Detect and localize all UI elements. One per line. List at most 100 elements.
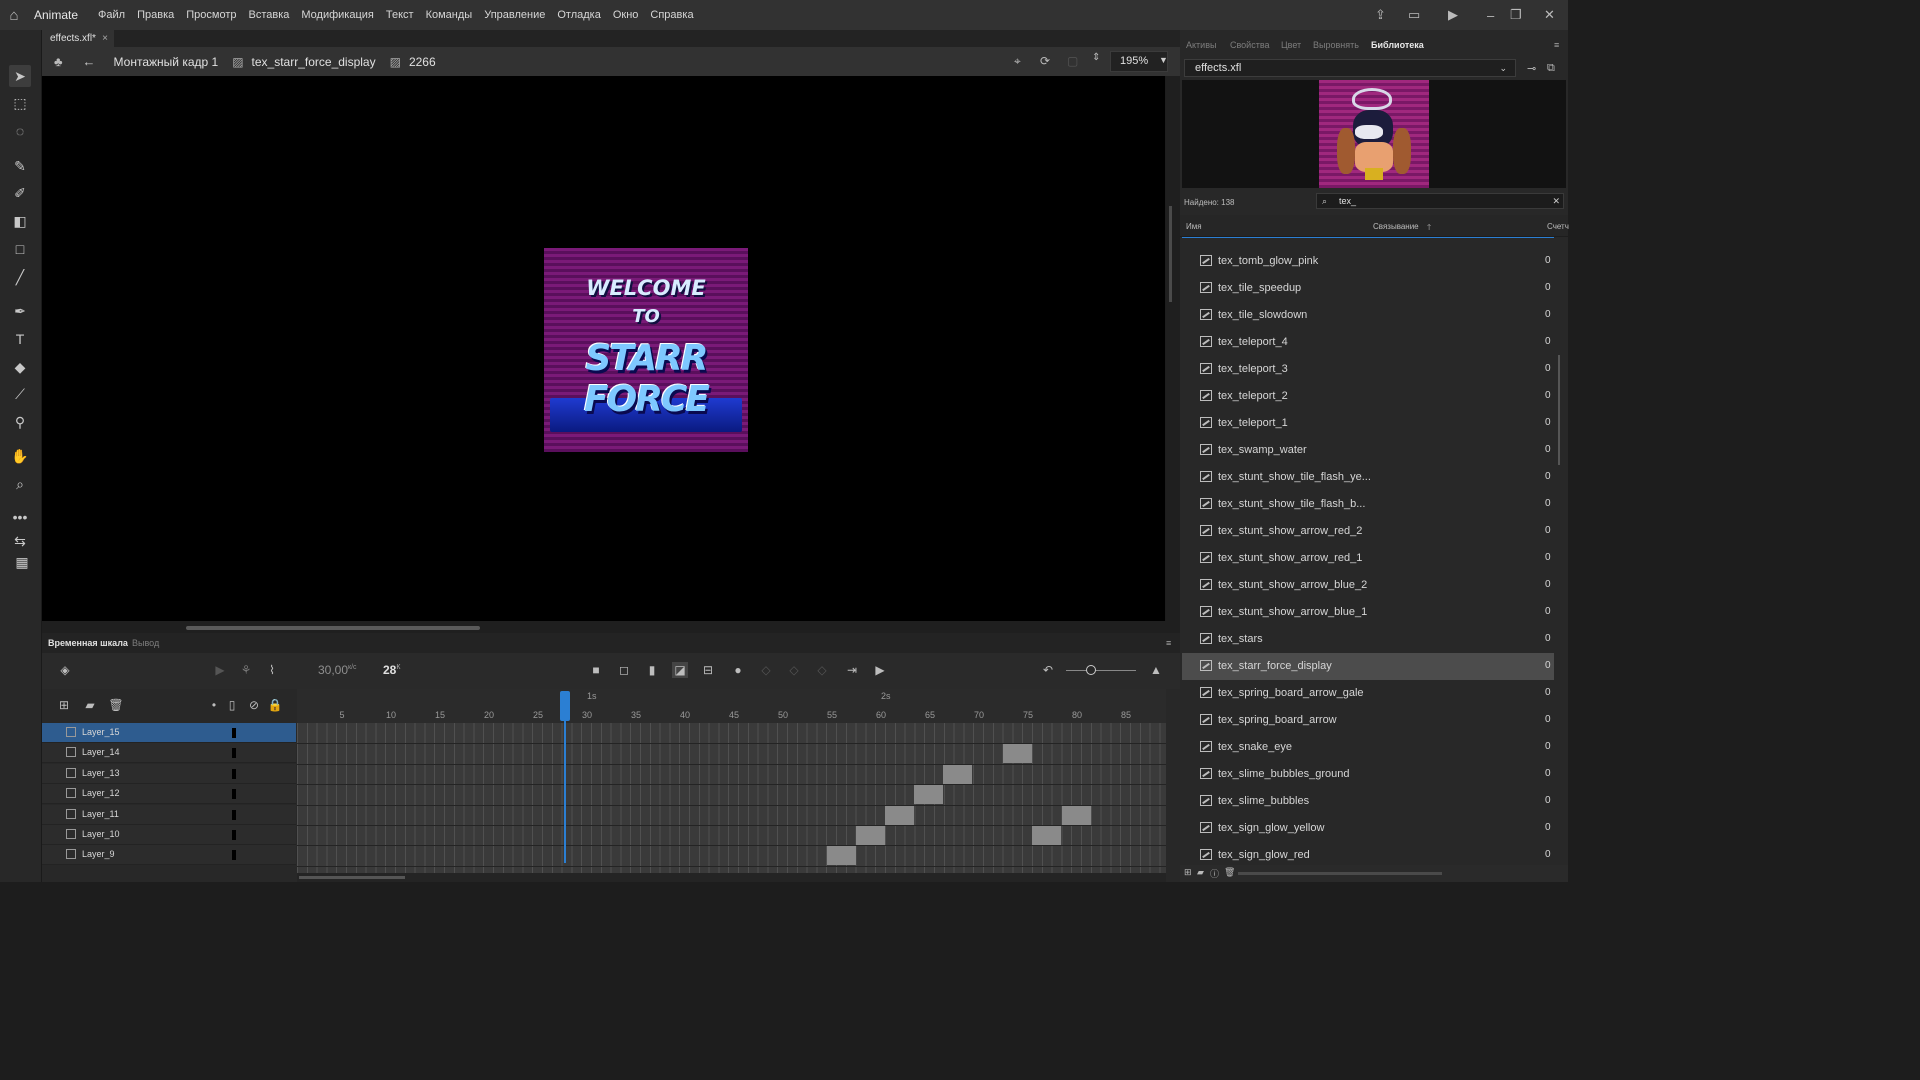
tab-color[interactable]: Цвет xyxy=(1281,40,1301,50)
close-window-icon[interactable]: ✕ xyxy=(1544,0,1555,30)
starr-force-artwork[interactable]: WELCOME TO STARR FORCE xyxy=(544,248,748,452)
delete-item-icon[interactable]: 🗑 xyxy=(1224,867,1235,878)
chevron-down-icon[interactable]: ⌄ xyxy=(1499,60,1507,76)
panel-menu-icon[interactable]: ≡ xyxy=(1554,40,1559,50)
tab-library[interactable]: Библиотека xyxy=(1371,40,1424,50)
layer-row[interactable]: Layer_10 xyxy=(42,825,296,845)
new-symbol-icon[interactable]: ⊞ xyxy=(1184,867,1192,878)
paint-bucket-tool-icon[interactable]: ◆ xyxy=(9,356,31,378)
test-movie-icon[interactable]: ▶ xyxy=(1448,0,1458,30)
new-folder-icon[interactable]: ▰ xyxy=(82,697,98,713)
restore-icon[interactable]: ❐ xyxy=(1510,0,1522,30)
layer-row[interactable]: Layer_11 xyxy=(42,804,296,825)
panel-menu-icon[interactable]: ≡ xyxy=(1166,633,1171,653)
library-item[interactable]: tex_stunt_show_arrow_red_2 0 xyxy=(1182,518,1554,545)
scene-icon[interactable]: ♣ xyxy=(54,54,63,69)
menu-text[interactable]: Текст xyxy=(386,9,414,21)
text-tool-icon[interactable]: T xyxy=(9,328,31,350)
menu-edit[interactable]: Правка xyxy=(137,9,174,21)
library-item[interactable]: tex_sign_glow_yellow 0 xyxy=(1182,815,1554,842)
layer-row[interactable]: Layer_9 xyxy=(42,845,296,866)
column-name[interactable]: Имя xyxy=(1186,222,1202,231)
loop-icon[interactable]: ⇥ xyxy=(844,662,860,678)
camera-icon[interactable]: ▶ xyxy=(212,662,228,678)
color-grid-icon[interactable]: ▦ xyxy=(9,550,35,574)
insert-frame-icon[interactable]: ▮ xyxy=(644,662,660,678)
column-count[interactable]: Счетч xyxy=(1547,222,1569,231)
library-item[interactable]: tex_tile_speedup 0 xyxy=(1182,275,1554,302)
menu-debug[interactable]: Отладка xyxy=(557,9,600,21)
close-tab-icon[interactable]: × xyxy=(102,30,108,47)
menu-window[interactable]: Окно xyxy=(613,9,639,21)
layer-row[interactable]: Layer_14 xyxy=(42,743,296,764)
more-tools-icon[interactable]: ••• xyxy=(9,506,31,528)
library-item[interactable]: tex_stunt_show_arrow_blue_1 0 xyxy=(1182,599,1554,626)
hand-tool-icon[interactable]: ✋ xyxy=(9,445,31,467)
new-library-panel-icon[interactable]: ⧉ xyxy=(1547,62,1555,75)
workspace-icon[interactable]: ▭ xyxy=(1408,0,1420,30)
swap-colors-icon[interactable]: ⇆ xyxy=(9,530,31,552)
layer-name[interactable]: Layer_11 xyxy=(82,809,119,819)
hide-icon[interactable]: ⊘ xyxy=(246,697,262,713)
library-item[interactable]: tex_starr_force_display 0 xyxy=(1182,653,1554,680)
edit-multiple-icon[interactable]: ◇ xyxy=(786,662,802,678)
menu-commands[interactable]: Команды xyxy=(426,9,473,21)
sort-up-icon[interactable]: 🡑 xyxy=(1427,222,1431,236)
tab-timeline[interactable]: Временная шкала xyxy=(48,633,128,653)
menu-file[interactable]: Файл xyxy=(98,9,125,21)
library-item[interactable]: tex_teleport_4 0 xyxy=(1182,329,1554,356)
library-item[interactable]: tex_teleport_2 0 xyxy=(1182,383,1554,410)
graph-icon[interactable]: ⌇ xyxy=(264,662,280,678)
back-arrow-icon[interactable]: ← xyxy=(83,54,96,69)
tab-output[interactable]: Вывод xyxy=(132,633,159,653)
zoom-dropdown-icon[interactable]: ▼ xyxy=(1159,55,1168,65)
frame-grid[interactable] xyxy=(297,723,1166,873)
library-item[interactable]: tex_snake_eye 0 xyxy=(1182,734,1554,761)
free-transform-tool-icon[interactable]: ⬚ xyxy=(9,92,31,114)
share-icon[interactable]: ⇪ xyxy=(1375,0,1386,30)
menu-help[interactable]: Справка xyxy=(650,9,693,21)
selection-tool-icon[interactable]: ➤ xyxy=(9,65,31,87)
pin-library-icon[interactable]: ⊸ xyxy=(1527,62,1536,75)
tab-align[interactable]: Выровнять xyxy=(1313,40,1359,50)
library-file-select[interactable]: effects.xfl ⌄ xyxy=(1184,59,1516,77)
fit-frames-icon[interactable]: ▲ xyxy=(1148,662,1164,678)
layer-name[interactable]: Layer_9 xyxy=(82,849,115,859)
parenting-icon[interactable]: ⚘ xyxy=(238,662,254,678)
column-linkage[interactable]: Связывание xyxy=(1373,222,1419,231)
frame-ruler[interactable]: 5 10 15 20 25 30 35 40 45 50 55 60 65 70 75 80 85 1s 2s xyxy=(297,689,1166,723)
layer-name[interactable]: Layer_14 xyxy=(82,747,120,757)
insert-keyframe-icon[interactable]: ■ xyxy=(588,662,604,678)
outline-icon[interactable]: ▯ xyxy=(224,697,240,713)
layer-name[interactable]: Layer_13 xyxy=(82,768,120,778)
keyframe-span[interactable] xyxy=(1032,826,1061,845)
keyframe-span[interactable] xyxy=(885,805,914,825)
breadcrumb-symbol[interactable]: tex_starr_force_display xyxy=(252,55,376,69)
library-item[interactable]: tex_swamp_water 0 xyxy=(1182,437,1554,464)
delete-layer-icon[interactable]: 🗑 xyxy=(108,697,124,713)
onion-skin-icon[interactable]: ● xyxy=(730,662,746,678)
minimize-icon[interactable]: – xyxy=(1487,0,1494,30)
layer-name[interactable]: Layer_10 xyxy=(82,829,120,839)
auto-keyframe-icon[interactable]: ◪ xyxy=(672,662,688,678)
layer-color-swatch[interactable] xyxy=(232,850,236,861)
library-item[interactable]: tex_slime_bubbles 0 xyxy=(1182,788,1554,815)
tab-properties[interactable]: Свойства xyxy=(1230,40,1270,50)
line-tool-icon[interactable]: ╱ xyxy=(9,266,31,288)
center-stage-icon[interactable]: ⌖ xyxy=(1014,54,1021,69)
keyframe-span[interactable] xyxy=(943,764,972,784)
menu-modify[interactable]: Модификация xyxy=(301,9,374,21)
play-icon[interactable]: ▶ xyxy=(872,662,888,678)
library-search-input[interactable]: ⌕ tex_ ✕ xyxy=(1316,193,1564,209)
rectangle-tool-icon[interactable]: □ xyxy=(9,238,31,260)
clip-content-icon[interactable]: ▢ xyxy=(1067,54,1078,68)
tween-icon[interactable]: ◇ xyxy=(814,662,830,678)
current-frame-field[interactable]: 28К xyxy=(383,663,400,677)
paint-brush-tool-icon[interactable]: ✎ xyxy=(9,155,31,177)
layer-name[interactable]: Layer_15 xyxy=(82,727,120,737)
layer-name[interactable]: Layer_12 xyxy=(82,788,120,798)
library-item[interactable]: tex_slime_bubbles_ground 0 xyxy=(1182,761,1554,788)
lasso-tool-icon[interactable]: ◌ xyxy=(9,120,31,142)
keyframe-span[interactable] xyxy=(1062,805,1091,825)
pen-tool-icon[interactable]: ✒ xyxy=(9,300,31,322)
